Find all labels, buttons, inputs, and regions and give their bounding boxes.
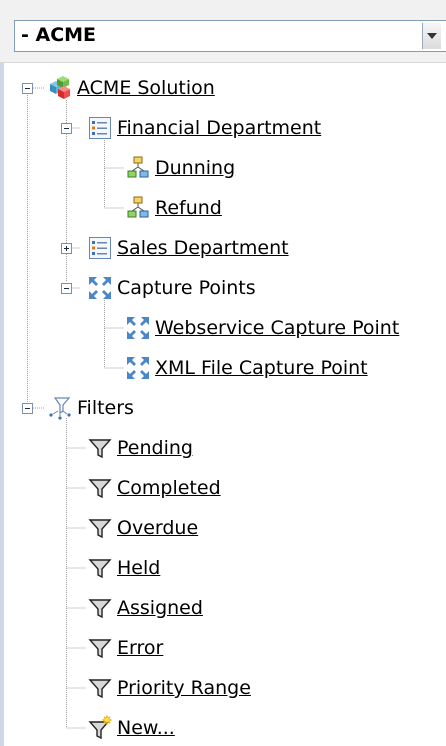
filter-item-overdue[interactable]: Overdue bbox=[87, 513, 198, 543]
tree-node-dunning-label[interactable]: Dunning bbox=[155, 157, 235, 179]
expander-financial[interactable] bbox=[61, 123, 72, 134]
tree-node-capture[interactable]: Capture Points bbox=[87, 273, 256, 303]
filter-item-label[interactable]: Assigned bbox=[117, 597, 203, 619]
tree-node-financial-label[interactable]: Financial Department bbox=[117, 117, 321, 139]
funnel-icon bbox=[88, 439, 112, 459]
filter-item-label[interactable]: Completed bbox=[117, 477, 221, 499]
capture-arrows-icon bbox=[89, 277, 111, 299]
expander-solution[interactable] bbox=[22, 83, 33, 94]
tree-node-capture-label[interactable]: Capture Points bbox=[117, 277, 256, 299]
tree-node-xmlfile[interactable]: XML File Capture Point bbox=[125, 353, 368, 383]
tree-node-webservice[interactable]: Webservice Capture Point bbox=[125, 313, 399, 343]
filter-item-label[interactable]: New... bbox=[117, 717, 175, 739]
tree-node-sales-label[interactable]: Sales Department bbox=[117, 237, 289, 259]
tree-node-xmlfile-label[interactable]: XML File Capture Point bbox=[155, 357, 368, 379]
expander-filters[interactable] bbox=[22, 403, 33, 414]
tree-node-dunning[interactable]: Dunning bbox=[125, 153, 235, 183]
cubes-icon bbox=[50, 76, 70, 99]
filter-item-priority-range[interactable]: Priority Range bbox=[87, 673, 251, 703]
funnel-icon bbox=[88, 639, 112, 659]
tree-node-solution-label[interactable]: ACME Solution bbox=[77, 77, 215, 99]
capture-arrows-icon bbox=[127, 317, 149, 339]
filter-item-pending[interactable]: Pending bbox=[87, 433, 193, 463]
workflow-icon bbox=[127, 196, 149, 218]
filter-item-completed[interactable]: Completed bbox=[87, 473, 221, 503]
funnel-icon bbox=[88, 559, 112, 579]
funnel-icon bbox=[88, 599, 112, 619]
filters-group-icon bbox=[49, 397, 71, 420]
tree-node-refund[interactable]: Refund bbox=[125, 193, 222, 223]
filter-item-held[interactable]: Held bbox=[87, 553, 160, 583]
capture-arrows-icon bbox=[127, 357, 149, 379]
list-document-icon bbox=[89, 117, 111, 139]
funnel-icon bbox=[88, 679, 112, 699]
tree-node-filters[interactable]: Filters bbox=[47, 393, 134, 423]
funnel-new-icon bbox=[88, 715, 112, 740]
tree-node-financial[interactable]: Financial Department bbox=[87, 113, 321, 143]
filter-item-label[interactable]: Held bbox=[117, 557, 160, 579]
filter-item-assigned[interactable]: Assigned bbox=[87, 593, 203, 623]
list-document-icon bbox=[89, 237, 111, 259]
tree-node-solution[interactable]: ACME Solution bbox=[47, 73, 215, 103]
tree-node-sales[interactable]: Sales Department bbox=[87, 233, 289, 263]
workflow-icon bbox=[127, 156, 149, 178]
expander-sales[interactable] bbox=[61, 243, 72, 254]
tree-node-refund-label[interactable]: Refund bbox=[155, 197, 222, 219]
filter-item-label[interactable]: Error bbox=[117, 637, 163, 659]
filter-item-label[interactable]: Overdue bbox=[117, 517, 198, 539]
filter-item-error[interactable]: Error bbox=[87, 633, 163, 663]
funnel-icon bbox=[88, 479, 112, 499]
filter-item-label[interactable]: Pending bbox=[117, 437, 193, 459]
expander-capture[interactable] bbox=[61, 283, 72, 294]
filter-item-new[interactable]: New... bbox=[87, 713, 175, 743]
tree-node-filters-label[interactable]: Filters bbox=[77, 397, 134, 419]
filter-item-label[interactable]: Priority Range bbox=[117, 677, 251, 699]
funnel-icon bbox=[88, 519, 112, 539]
tree-node-webservice-label[interactable]: Webservice Capture Point bbox=[155, 317, 399, 339]
